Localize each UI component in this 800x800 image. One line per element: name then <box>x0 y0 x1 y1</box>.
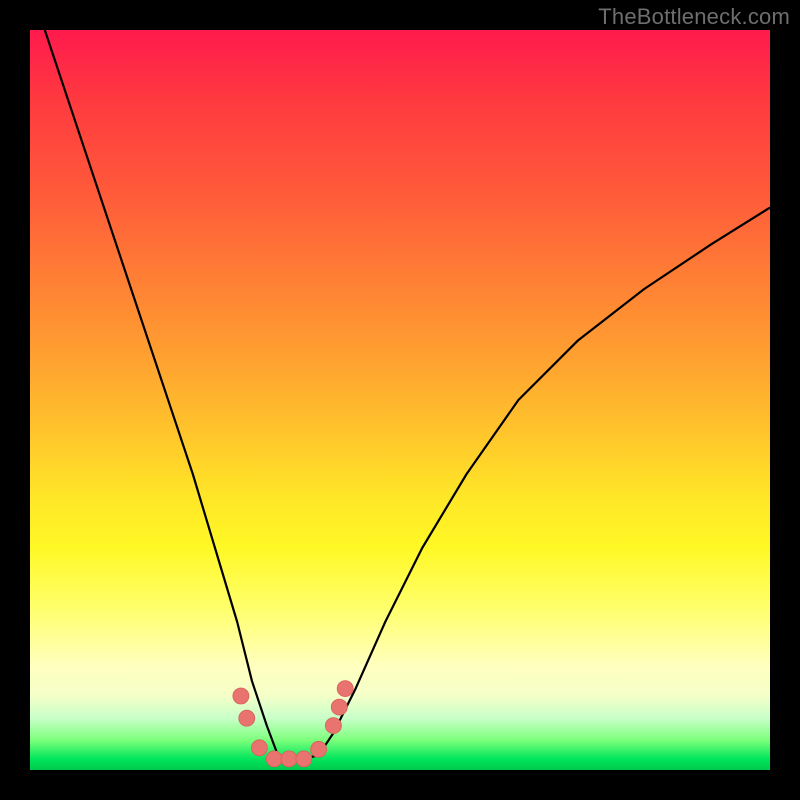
curve-markers <box>233 681 353 767</box>
curve-marker <box>331 699 347 715</box>
chart-canvas: TheBottleneck.com <box>0 0 800 800</box>
curve-marker <box>251 740 267 756</box>
plot-area <box>30 30 770 770</box>
curve-marker <box>325 718 341 734</box>
bottleneck-curve <box>45 30 770 759</box>
curve-layer <box>30 30 770 770</box>
curve-marker <box>311 741 327 757</box>
watermark-text: TheBottleneck.com <box>598 4 790 30</box>
curve-marker <box>233 688 249 704</box>
curve-marker <box>239 710 255 726</box>
curve-marker <box>266 751 282 767</box>
curve-marker <box>296 751 312 767</box>
curve-marker <box>337 681 353 697</box>
curve-marker <box>281 751 297 767</box>
